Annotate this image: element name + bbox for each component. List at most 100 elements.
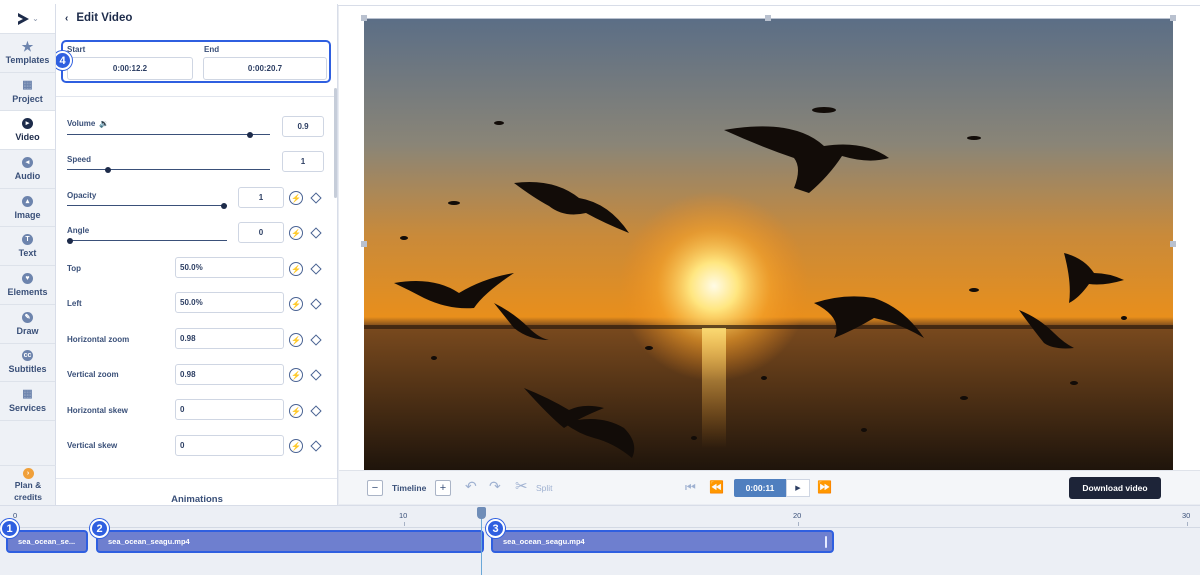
vertical-zoom-label: Vertical zoom [67, 370, 119, 379]
clip-1[interactable]: sea_ocean_se... [6, 530, 88, 553]
rail-item-services[interactable]: ▦ Services [0, 382, 55, 421]
app-logo[interactable]: ⌄ [0, 4, 55, 34]
split-button[interactable]: Split [536, 483, 553, 493]
start-time-input[interactable]: 0:00:12.2 [67, 57, 193, 80]
skip-to-start-icon[interactable]: ⏮ [685, 481, 696, 493]
lightning-icon[interactable]: ⚡ [289, 333, 303, 347]
rail-item-subtitles[interactable]: cc Subtitles [0, 344, 55, 383]
lightning-icon[interactable]: ⚡ [289, 191, 303, 205]
lightning-icon[interactable]: ⚡ [289, 262, 303, 276]
angle-input[interactable]: 0 [238, 222, 284, 243]
volume-slider[interactable] [67, 131, 270, 138]
vertical-zoom-input[interactable]: 0.98 [175, 364, 284, 385]
rail-item-text[interactable]: T Text [0, 227, 55, 267]
resize-handle[interactable] [765, 15, 771, 21]
coin-icon: › [22, 468, 34, 480]
divider [56, 96, 337, 97]
lightning-icon[interactable]: ⚡ [289, 368, 303, 382]
speed-slider[interactable] [67, 166, 270, 173]
rail-item-templates[interactable]: ★ Templates [0, 34, 55, 73]
rail-item-label: Project [12, 93, 43, 104]
end-time-input[interactable]: 0:00:20.7 [203, 57, 327, 80]
zoom-in-button[interactable]: + [435, 480, 451, 496]
top-input[interactable]: 50.0% [175, 257, 284, 278]
keyframe-diamond-icon[interactable] [310, 192, 322, 204]
left-rail: ⌄ ★ Templates ▦ Project ▸ Video ◂ Audio … [0, 4, 56, 505]
resize-handle[interactable] [1170, 15, 1176, 21]
left-label-text: Left [67, 299, 82, 308]
panel-scrollbar[interactable] [334, 88, 337, 198]
slider-handle[interactable] [221, 202, 227, 209]
plan-label-line1: Plan & [14, 480, 42, 491]
lightning-icon[interactable]: ⚡ [289, 439, 303, 453]
rail-item-label: Elements [7, 286, 48, 297]
keyframe-diamond-icon[interactable] [310, 440, 322, 452]
slider-handle[interactable] [104, 166, 111, 173]
vertical-skew-input[interactable]: 0 [175, 435, 284, 456]
playhead-handle[interactable] [477, 507, 486, 519]
current-time-display[interactable]: 0:00:11 [734, 479, 786, 497]
rail-item-label: Services [8, 403, 47, 414]
clip-trim-handle[interactable] [825, 536, 827, 548]
horizontal-skew-input[interactable]: 0 [175, 399, 284, 420]
animations-section-header[interactable]: Animations [56, 494, 337, 505]
download-video-button[interactable]: Download video [1069, 477, 1161, 499]
slider-handle[interactable] [67, 237, 73, 244]
timeline[interactable]: 0 10 20 30 sea_ocean_se... sea_ocean_sea… [0, 505, 1200, 575]
play-button[interactable]: ▶ [786, 479, 810, 497]
angle-slider[interactable] [67, 237, 227, 244]
zoom-out-button[interactable]: − [367, 480, 383, 496]
speed-input[interactable]: 1 [282, 151, 324, 172]
chevron-down-icon[interactable]: ⌄ [32, 14, 39, 23]
angle-label: Angle [67, 226, 89, 235]
lightning-icon[interactable]: ⚡ [289, 226, 303, 240]
slider-handle[interactable] [246, 131, 253, 138]
preview-stage [339, 6, 1200, 471]
rail-item-label: Templates [5, 54, 50, 65]
volume-input[interactable]: 0.9 [282, 116, 324, 137]
rail-item-label: Subtitles [8, 364, 47, 375]
angle-label-text: Angle [67, 226, 90, 235]
redo-icon[interactable]: ↷ [489, 479, 501, 493]
rail-item-label: Video [15, 132, 40, 143]
rail-item-project[interactable]: ▦ Project [0, 73, 55, 112]
resize-handle[interactable] [1170, 241, 1176, 247]
volume-label: Volume 🔉 [67, 119, 109, 128]
clip-name: sea_ocean_se... [18, 537, 76, 546]
scissors-icon[interactable]: ✂ [515, 479, 528, 494]
keyframe-diamond-icon[interactable] [310, 369, 322, 381]
left-input[interactable]: 50.0% [175, 292, 284, 313]
chevron-left-icon[interactable]: ‹ [65, 13, 68, 24]
resize-handle[interactable] [361, 15, 367, 21]
timeline-label: Timeline [392, 483, 427, 493]
image-icon: ▴ [22, 195, 33, 207]
rail-item-audio[interactable]: ◂ Audio [0, 150, 55, 189]
keyframe-diamond-icon[interactable] [310, 334, 322, 346]
opacity-slider[interactable] [67, 202, 227, 209]
rail-item-image[interactable]: ▴ Image [0, 189, 55, 228]
keyframe-diamond-icon[interactable] [310, 263, 322, 275]
undo-icon[interactable]: ↶ [465, 479, 477, 493]
resize-handle[interactable] [361, 241, 367, 247]
clip-2[interactable]: sea_ocean_seagu.mp4 [96, 530, 484, 553]
logo-icon [18, 12, 30, 25]
fast-forward-icon[interactable]: ⏩ [817, 481, 832, 493]
rail-item-label: Image [14, 209, 41, 220]
plan-and-credits[interactable]: › Plan & credits [0, 465, 56, 505]
annotation-badge-2: 2 [90, 519, 109, 538]
rail-item-video[interactable]: ▸ Video [0, 111, 55, 151]
lightning-icon[interactable]: ⚡ [289, 297, 303, 311]
keyframe-diamond-icon[interactable] [310, 227, 322, 239]
keyframe-diamond-icon[interactable] [310, 298, 322, 310]
rail-item-draw[interactable]: ✎ Draw [0, 305, 55, 344]
clip-3[interactable]: sea_ocean_seagu.mp4 [491, 530, 834, 553]
opacity-input[interactable]: 1 [238, 187, 284, 208]
video-preview[interactable] [364, 18, 1173, 471]
speaker-icon: 🔉 [99, 119, 110, 128]
lightning-icon[interactable]: ⚡ [289, 404, 303, 418]
rewind-icon[interactable]: ⏪ [709, 481, 724, 493]
horizontal-zoom-input[interactable]: 0.98 [175, 328, 284, 349]
keyframe-diamond-icon[interactable] [310, 405, 322, 417]
pencil-icon: ✎ [22, 311, 33, 323]
rail-item-elements[interactable]: ♥ Elements [0, 266, 55, 305]
